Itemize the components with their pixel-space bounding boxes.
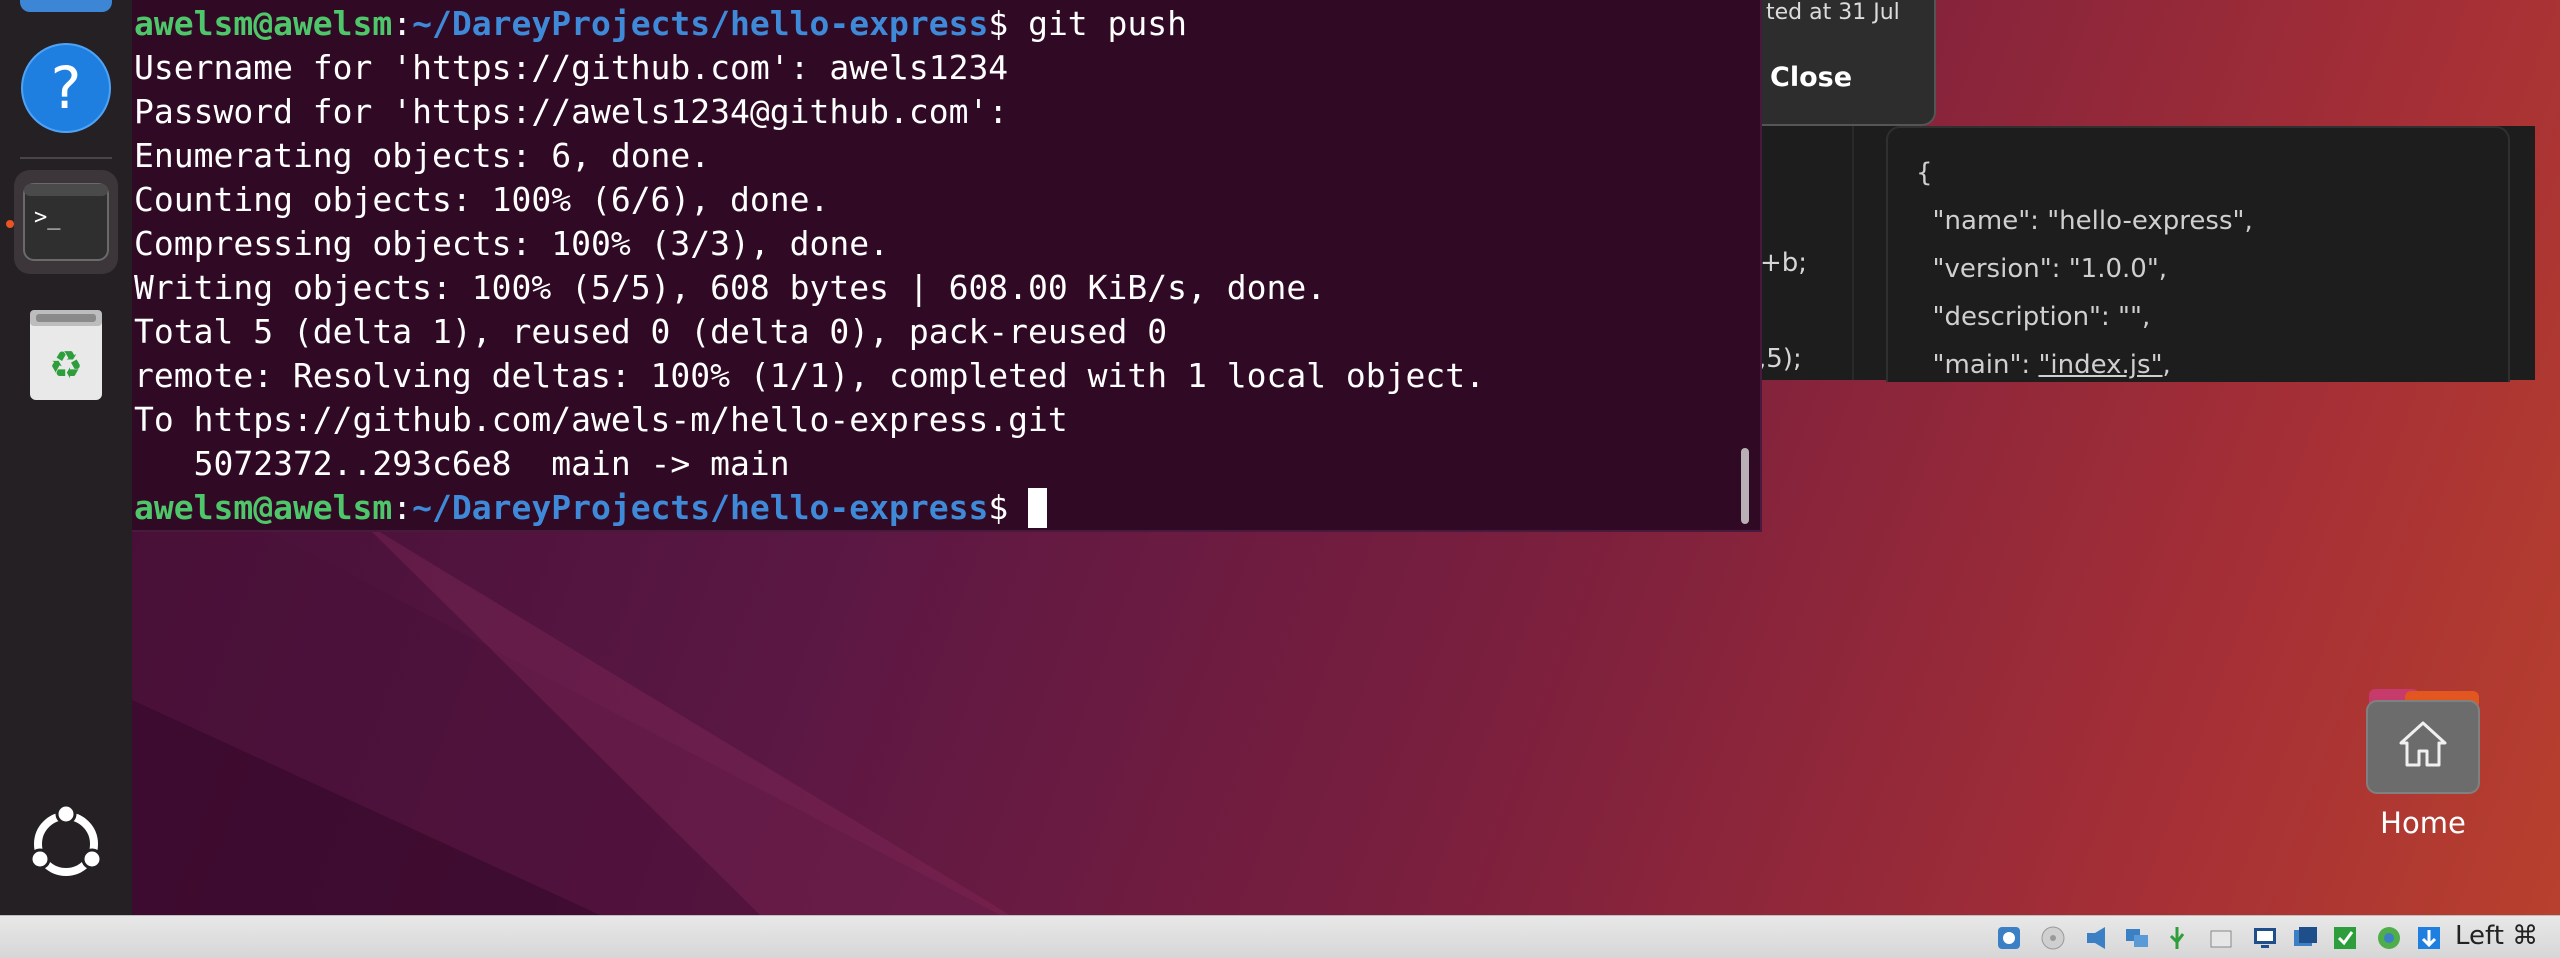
json-line: "description": "", bbox=[1916, 302, 2151, 332]
prompt-colon: : bbox=[392, 488, 413, 527]
terminal-cursor bbox=[1028, 488, 1048, 528]
folder-icon bbox=[2366, 689, 2480, 794]
code-fragment: +b; bbox=[1760, 248, 1808, 278]
terminal-icon: >_ bbox=[23, 183, 109, 261]
terminal-output-line: Writing objects: 100% (5/5), 608 bytes |… bbox=[134, 268, 1327, 307]
trash-icon: ♻ bbox=[30, 310, 102, 400]
vm-status-bar: Left ⌘ bbox=[0, 915, 2560, 958]
app-icon-partial[interactable] bbox=[20, 0, 112, 12]
json-key: "main": bbox=[1916, 350, 2039, 380]
cpu-icon[interactable] bbox=[2375, 924, 2403, 952]
help-icon: ? bbox=[21, 43, 111, 133]
host-key-label: Left ⌘ bbox=[2455, 921, 2539, 951]
package-json-panel: { "name": "hello-express", "version": "1… bbox=[1886, 126, 2510, 382]
terminal-output-line: 5072372..293c6e8 main -> main bbox=[134, 444, 790, 483]
terminal-output-line: Counting objects: 100% (6/6), done. bbox=[134, 180, 830, 219]
terminal-output-line: Enumerating objects: 6, done. bbox=[134, 136, 711, 175]
terminal-output-line: Compressing objects: 100% (3/3), done. bbox=[134, 224, 889, 263]
trash-app-button[interactable]: ♻ bbox=[14, 302, 118, 406]
dialog-snippet-text: ted at 31 Jul bbox=[1766, 0, 1900, 25]
show-apps-button[interactable] bbox=[14, 792, 118, 896]
home-folder-icon[interactable] bbox=[2365, 685, 2481, 795]
json-line: "version": "1.0.0", bbox=[1916, 254, 2168, 284]
network-icon[interactable] bbox=[2123, 924, 2151, 952]
terminal-output-line: Username for 'https://github.com': awels… bbox=[134, 48, 1009, 87]
terminal-window[interactable]: awelsm@awelsm:~/DareyProjects/hello-expr… bbox=[132, 0, 1762, 532]
json-link[interactable]: "index.js" bbox=[2038, 350, 2162, 380]
home-folder-label: Home bbox=[2380, 806, 2466, 840]
shared-folders-icon[interactable] bbox=[2207, 924, 2235, 952]
video-capture-icon[interactable] bbox=[2291, 924, 2319, 952]
terminal-output-line: To https://github.com/awels-m/hello-expr… bbox=[134, 400, 1068, 439]
code-fragment: ,5); bbox=[1758, 344, 1802, 374]
prompt-path: ~/DareyProjects/hello-express bbox=[412, 488, 989, 527]
storage-icon[interactable] bbox=[1995, 924, 2023, 952]
display-icon[interactable] bbox=[2251, 924, 2279, 952]
keyboard-capture-icon[interactable] bbox=[2415, 924, 2443, 952]
prompt-symbol: $ bbox=[988, 488, 1009, 527]
json-comma: , bbox=[2162, 350, 2171, 380]
json-line: "name": "hello-express", bbox=[1916, 206, 2253, 236]
optical-drive-icon[interactable] bbox=[2039, 924, 2067, 952]
dialog-close-button[interactable]: Close bbox=[1770, 62, 1852, 93]
pane-divider bbox=[1852, 126, 1854, 380]
prompt-user: awelsm@awelsm bbox=[134, 488, 393, 527]
svg-text:♻: ♻ bbox=[49, 343, 83, 387]
terminal-app-button[interactable]: >_ bbox=[14, 170, 118, 274]
dock-divider bbox=[20, 157, 112, 159]
ubuntu-logo-icon bbox=[29, 803, 103, 876]
running-indicator bbox=[6, 220, 14, 228]
usb-icon[interactable] bbox=[2163, 924, 2191, 952]
terminal-output-line: remote: Resolving deltas: 100% (1/1), co… bbox=[134, 356, 1486, 395]
prompt-colon: : bbox=[392, 4, 413, 43]
prompt-user: awelsm@awelsm bbox=[134, 4, 393, 43]
prompt-symbol: $ bbox=[988, 4, 1009, 43]
terminal-output-line: Total 5 (delta 1), reused 0 (delta 0), p… bbox=[134, 312, 1168, 351]
terminal-scrollbar[interactable] bbox=[1741, 448, 1749, 524]
terminal-prompt-line: awelsm@awelsm:~/DareyProjects/hello-expr… bbox=[134, 488, 1048, 528]
svg-text:>_: >_ bbox=[34, 205, 61, 230]
help-app-button[interactable]: ? bbox=[14, 36, 118, 140]
terminal-output-line: Password for 'https://awels1234@github.c… bbox=[134, 92, 1009, 131]
terminal-prompt-line: awelsm@awelsm:~/DareyProjects/hello-expr… bbox=[134, 4, 1187, 44]
json-line: "main": "index.js", bbox=[1916, 350, 2171, 380]
svg-text:?: ? bbox=[51, 54, 82, 122]
terminal-command: git push bbox=[1008, 4, 1188, 43]
background-editor-window: +b; ,5); { "name": "hello-express", "ver… bbox=[1740, 126, 2535, 382]
guest-additions-icon[interactable] bbox=[2331, 924, 2359, 952]
background-dialog: ted at 31 Jul Close bbox=[1740, 0, 1936, 126]
json-line: { bbox=[1916, 158, 1933, 188]
prompt-path: ~/DareyProjects/hello-express bbox=[412, 4, 989, 43]
dock: ? >_ ♻ bbox=[0, 0, 132, 915]
audio-icon[interactable] bbox=[2083, 924, 2111, 952]
